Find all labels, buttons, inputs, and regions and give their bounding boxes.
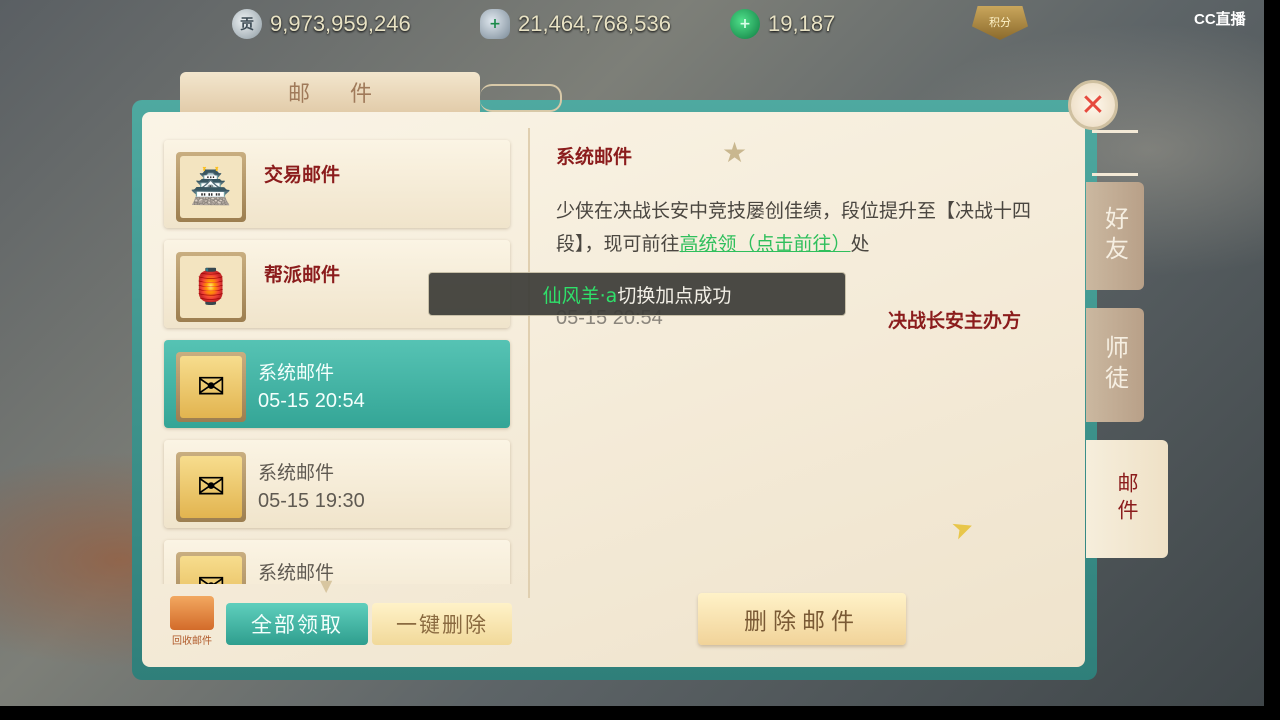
detail-body-tail: 处 <box>850 233 870 255</box>
coin-silver-icon: 贡 <box>232 9 262 39</box>
mail-item-system-selected[interactable]: ✉ 系统邮件 05-15 20:54 <box>164 340 510 428</box>
letterbox-bottom <box>0 706 1280 720</box>
mail-item-title: 系统邮件 <box>258 362 335 384</box>
panel-title: 邮件 <box>287 82 412 107</box>
mail-thumb: 🏯 <box>176 152 246 222</box>
mail-item-title: 帮派邮件 <box>264 264 341 286</box>
currency-silver-value: 21,464,768,536 <box>518 11 671 36</box>
currency-silver-ingot[interactable]: + 21,464,768,536 <box>480 8 671 40</box>
tab-master-apprentice[interactable]: 师徒 <box>1086 308 1144 422</box>
title-ornament <box>480 84 562 112</box>
detail-title: 系统邮件 <box>556 146 633 168</box>
market-icon: 🏯 <box>180 156 242 218</box>
tab-friends[interactable]: 好友 <box>1086 182 1144 290</box>
mail-item-date: 05-15 19:30 <box>258 490 365 512</box>
toast-player-name: 仙风羊·a <box>542 284 618 307</box>
delete-mail-button[interactable]: 删除邮件 <box>698 593 906 645</box>
mail-item-title: 交易邮件 <box>264 164 341 186</box>
toast-message: 切换加点成功 <box>617 284 732 307</box>
detail-sender: 决战长安主办方 <box>888 310 1022 332</box>
watermark-logo: CC直播 <box>1194 11 1246 28</box>
chevron-down-icon: ▼ <box>320 576 333 595</box>
mail-thumb: ✉ <box>176 352 246 422</box>
silver-ingot-icon[interactable]: + <box>480 9 510 39</box>
guild-icon: 🏮 <box>180 256 242 318</box>
recycle-mail-button[interactable]: 回收邮件 <box>164 596 220 652</box>
letterbox-right <box>1264 0 1280 720</box>
jade-icon[interactable]: + <box>730 9 760 39</box>
tab-mail[interactable]: 邮件 <box>1086 440 1168 558</box>
envelope-icon: ✉ <box>180 456 242 518</box>
currency-jade[interactable]: + 19,187 <box>730 8 835 40</box>
detail-body: 少侠在决战长安中竞技屡创佳绩，段位提升至【决战十四段】，现可前往高统领（点击前往… <box>556 195 1046 261</box>
menu-icon[interactable] <box>1092 130 1138 176</box>
mail-item-trade[interactable]: 🏯 交易邮件 <box>164 140 510 228</box>
currency-contribution: 贡 9,973,959,246 <box>232 8 411 40</box>
panel-title-tab: 邮件 <box>180 72 480 112</box>
mail-list[interactable]: 🏯 交易邮件 🏮 帮派邮件 ✉ 系统邮件 05-15 20:54 ✉ 系统邮件 … <box>160 134 520 584</box>
currency-contribution-value: 9,973,959,246 <box>270 11 411 36</box>
recycle-icon <box>170 596 214 630</box>
collect-all-button[interactable]: 全部领取 <box>226 603 368 645</box>
delete-all-button[interactable]: 一键删除 <box>372 603 512 645</box>
star-icon[interactable]: ★ <box>722 136 747 169</box>
detail-link[interactable]: 高统领（点击前往） <box>680 233 851 255</box>
currency-jade-value: 19,187 <box>768 11 836 36</box>
mail-item-date: 05-15 20:54 <box>258 390 365 412</box>
mail-item-title: 系统邮件 <box>258 462 335 484</box>
mail-item-system[interactable]: ✉ 系统邮件 05-15 19:30 <box>164 440 510 528</box>
panel-divider <box>528 128 530 598</box>
close-button[interactable]: ✕ <box>1068 80 1118 130</box>
envelope-icon: ✉ <box>180 356 242 418</box>
mail-thumb: ✉ <box>176 452 246 522</box>
envelope-icon: ✉ <box>180 556 242 584</box>
recycle-label: 回收邮件 <box>172 636 212 647</box>
mail-thumb: ✉ <box>176 552 246 584</box>
mail-thumb: 🏮 <box>176 252 246 322</box>
toast-notification: 仙风羊·a 切换加点成功 <box>428 272 846 316</box>
